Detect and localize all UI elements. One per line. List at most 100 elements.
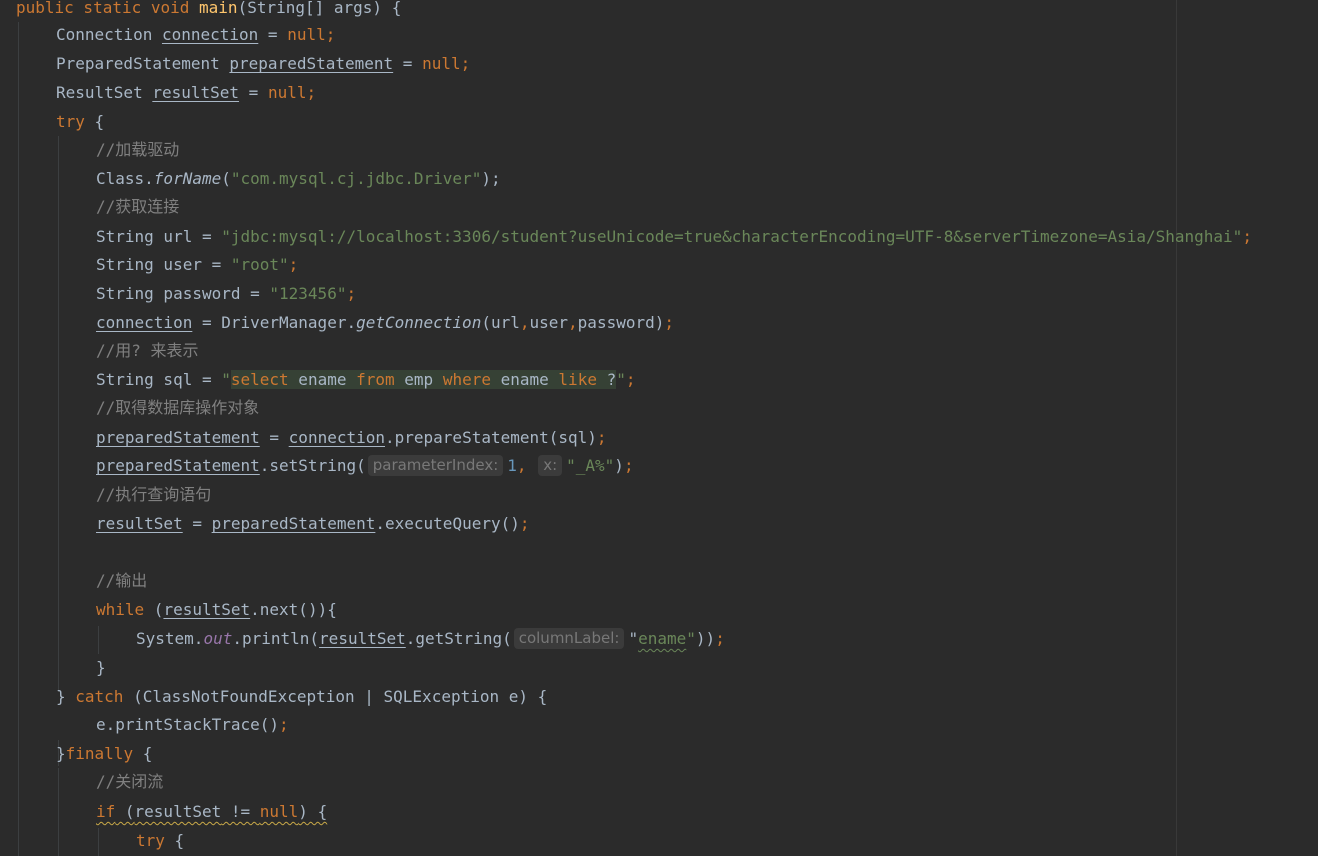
code-token: ,: [516, 456, 537, 475]
code-token: from: [356, 370, 395, 389]
indent-guide-line: [18, 22, 19, 856]
code-token: like: [558, 370, 597, 389]
code-token: ;: [715, 629, 725, 648]
code-token: "_A%": [566, 456, 615, 475]
code-token: =: [258, 25, 288, 44]
code-line[interactable]: connection = DriverManager.getConnection…: [96, 308, 674, 337]
code-editor[interactable]: public static void main(String[] args) {…: [0, 0, 1318, 856]
code-line[interactable]: while (resultSet.next()){: [96, 595, 337, 624]
code-token: String user =: [96, 255, 231, 274]
code-line[interactable]: if (resultSet != null) {: [96, 797, 327, 826]
code-token: catch: [75, 687, 124, 706]
code-token: PreparedStatement: [56, 54, 230, 73]
code-token: (: [144, 600, 164, 619]
code-line[interactable]: String sql = "select ename from emp wher…: [96, 365, 636, 394]
code-token: null;: [287, 25, 336, 44]
code-token: ,: [568, 313, 578, 332]
code-token: ": [686, 629, 696, 648]
code-token: .next()){: [250, 600, 337, 619]
code-token: .setString(: [259, 456, 366, 475]
code-line[interactable]: }finally {: [56, 739, 152, 768]
code-token: main: [199, 0, 238, 17]
code-token: preparedStatement: [96, 456, 260, 475]
code-token: //获取连接: [96, 197, 180, 216]
code-line[interactable]: //执行查询语句: [96, 480, 211, 509]
code-line[interactable]: } catch (ClassNotFoundException | SQLExc…: [56, 682, 547, 711]
code-line[interactable]: //获取连接: [96, 192, 179, 221]
code-line[interactable]: resultSet = preparedStatement.executeQue…: [96, 509, 530, 538]
code-token: null;: [267, 83, 317, 102]
code-token: password): [577, 313, 665, 332]
code-token: try: [56, 112, 85, 131]
code-token: .println(: [232, 629, 320, 648]
code-line[interactable]: try {: [136, 826, 184, 855]
code-token: (: [115, 802, 135, 821]
code-line[interactable]: //用? 来表示: [96, 336, 199, 365]
code-token: .getString(: [405, 629, 512, 648]
code-token: "123456": [269, 284, 347, 303]
code-token: null: [259, 802, 299, 821]
code-token: )): [695, 629, 716, 648]
code-token: "root": [230, 255, 289, 274]
code-token: ": [221, 370, 231, 389]
code-token: 1: [507, 456, 517, 475]
parameter-hint: x:: [538, 455, 563, 476]
code-token: ?: [596, 370, 617, 389]
code-token: =: [182, 514, 212, 533]
code-line[interactable]: Class.forName("com.mysql.cj.jdbc.Driver"…: [96, 164, 501, 193]
code-token: resultSet: [96, 514, 183, 533]
code-token: where: [442, 370, 491, 389]
right-margin-guide: [1176, 0, 1177, 856]
code-line[interactable]: ResultSet resultSet = null;: [56, 78, 316, 107]
code-line[interactable]: String url = "jdbc:mysql://localhost:330…: [96, 222, 1252, 251]
indent-guide-line: [58, 768, 59, 856]
code-token: user: [529, 313, 569, 332]
indent-guide-line: [98, 626, 99, 654]
indent-guide-line: [98, 828, 99, 856]
code-token: String url =: [96, 227, 222, 246]
code-token: {: [133, 744, 153, 763]
code-token: connection: [96, 313, 193, 332]
code-line[interactable]: //关闭流: [96, 767, 163, 796]
code-token: //用? 来表示: [96, 341, 199, 360]
code-token: {: [84, 112, 105, 131]
code-line[interactable]: //加载驱动: [96, 135, 179, 164]
indent-guide-line: [58, 136, 59, 692]
code-token: =: [239, 83, 268, 102]
code-token: while: [96, 600, 145, 619]
code-token: {: [164, 831, 185, 850]
code-token: public static void: [16, 0, 200, 17]
code-line[interactable]: System.out.println(resultSet.getString(c…: [136, 624, 725, 653]
code-token: ename: [288, 370, 357, 389]
code-token: connection: [288, 428, 385, 447]
code-token: =: [259, 428, 289, 447]
code-line[interactable]: Connection connection = null;: [56, 20, 335, 49]
code-token: }: [56, 687, 76, 706]
code-line[interactable]: preparedStatement = connection.prepareSt…: [96, 423, 607, 452]
code-token: //加载驱动: [96, 140, 180, 159]
code-line[interactable]: String user = "root";: [96, 250, 298, 279]
code-line[interactable]: PreparedStatement preparedStatement = nu…: [56, 49, 470, 78]
code-token: //输出: [96, 571, 148, 590]
code-token: ;: [288, 255, 299, 274]
code-line[interactable]: preparedStatement.setString(parameterInd…: [96, 451, 634, 480]
code-token: preparedStatement: [229, 54, 394, 73]
code-line[interactable]: public static void main(String[] args) {: [16, 0, 401, 22]
code-token: //关闭流: [96, 772, 164, 791]
code-line[interactable]: //取得数据库操作对象: [96, 393, 259, 422]
code-line[interactable]: try {: [56, 107, 104, 136]
code-token: }: [56, 744, 66, 763]
code-token: Connection: [56, 25, 162, 44]
code-token: .executeQuery(): [375, 514, 520, 533]
code-token: //取得数据库操作对象: [96, 398, 260, 417]
code-token: out: [203, 629, 233, 648]
code-line[interactable]: //输出: [96, 566, 147, 595]
code-line[interactable]: e.printStackTrace();: [96, 710, 289, 739]
code-token: forName: [153, 169, 222, 188]
code-token: (: [221, 169, 231, 188]
parameter-hint: columnLabel:: [513, 628, 625, 649]
code-token: ename: [638, 629, 687, 648]
code-line[interactable]: }: [96, 653, 106, 682]
code-line[interactable]: String password = "123456";: [96, 279, 356, 308]
code-token: .prepareStatement(sql): [385, 428, 597, 447]
